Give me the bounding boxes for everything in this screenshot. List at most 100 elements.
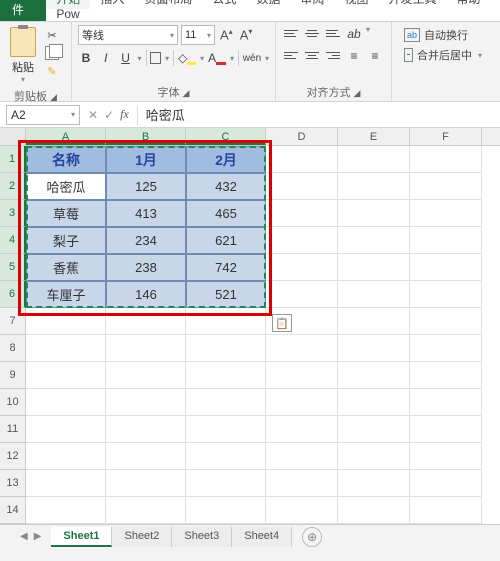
decrease-indent-icon[interactable]: ≡ <box>345 47 363 65</box>
spreadsheet-grid[interactable]: ABCDEF 1234567891011121314 名称1月2月哈密瓜1254… <box>0 128 500 524</box>
sheet-tab-Sheet3[interactable]: Sheet3 <box>172 527 232 547</box>
cell-A12[interactable] <box>26 443 106 470</box>
fx-icon[interactable]: fx <box>120 107 129 122</box>
phonetic-button[interactable]: wén <box>243 49 261 67</box>
fill-dd[interactable]: ▾ <box>200 54 204 63</box>
file-tab[interactable]: 文件 <box>0 0 46 21</box>
border-button[interactable] <box>150 52 161 64</box>
cell-F2[interactable] <box>410 173 482 200</box>
paste-options-button[interactable]: 📋 <box>272 314 292 332</box>
fontcolor-dd[interactable]: ▾ <box>230 54 234 63</box>
cell-B14[interactable] <box>106 497 186 524</box>
cell-F12[interactable] <box>410 443 482 470</box>
orient-dd[interactable]: ▾ <box>366 25 370 43</box>
align-middle-icon[interactable] <box>303 25 321 41</box>
cell-D9[interactable] <box>266 362 338 389</box>
row-header-5[interactable]: 5 <box>0 254 26 281</box>
menu-tab-5[interactable]: 审阅 <box>290 0 334 9</box>
enter-formula-icon[interactable]: ✓ <box>104 108 114 122</box>
cell-C9[interactable] <box>186 362 266 389</box>
row-header-7[interactable]: 7 <box>0 308 26 335</box>
cell-D1[interactable] <box>266 146 338 173</box>
cell-F4[interactable] <box>410 227 482 254</box>
cell-E7[interactable] <box>338 308 410 335</box>
table-cell-r1-c0[interactable]: 草莓 <box>26 200 106 227</box>
table-cell-r0-c1[interactable]: 125 <box>106 173 186 200</box>
table-cell-r4-c0[interactable]: 车厘子 <box>26 281 106 308</box>
menu-tab-2[interactable]: 页面布局 <box>134 0 202 9</box>
cell-E6[interactable] <box>338 281 410 308</box>
menu-tab-8[interactable]: 帮助 <box>446 0 490 9</box>
cell-B7[interactable] <box>106 308 186 335</box>
orientation-icon[interactable]: ab <box>345 25 363 43</box>
add-sheet-button[interactable]: ⊕ <box>302 527 322 547</box>
table-cell-r1-c1[interactable]: 413 <box>106 200 186 227</box>
cell-C12[interactable] <box>186 443 266 470</box>
cell-E13[interactable] <box>338 470 410 497</box>
table-header-1[interactable]: 1月 <box>106 146 186 173</box>
cell-F7[interactable] <box>410 308 482 335</box>
table-cell-r1-c2[interactable]: 465 <box>186 200 266 227</box>
cell-C8[interactable] <box>186 335 266 362</box>
cell-D6[interactable] <box>266 281 338 308</box>
sheet-tab-Sheet1[interactable]: Sheet1 <box>51 527 112 547</box>
cell-E8[interactable] <box>338 335 410 362</box>
cell-C7[interactable] <box>186 308 266 335</box>
bold-button[interactable]: B <box>78 49 94 67</box>
cell-E2[interactable] <box>338 173 410 200</box>
cell-E14[interactable] <box>338 497 410 524</box>
cell-F10[interactable] <box>410 389 482 416</box>
cell-E12[interactable] <box>338 443 410 470</box>
table-cell-r2-c2[interactable]: 621 <box>186 227 266 254</box>
cell-F3[interactable] <box>410 200 482 227</box>
table-cell-r3-c0[interactable]: 香蕉 <box>26 254 106 281</box>
row-header-1[interactable]: 1 <box>0 146 26 173</box>
underline-button[interactable]: U <box>118 49 134 67</box>
cell-F6[interactable] <box>410 281 482 308</box>
sheet-nav-prev-icon[interactable]: ◀ <box>20 531 28 542</box>
table-cell-r0-c2[interactable]: 432 <box>186 173 266 200</box>
cell-D2[interactable] <box>266 173 338 200</box>
cell-B10[interactable] <box>106 389 186 416</box>
col-header-A[interactable]: A <box>26 128 106 145</box>
cell-F8[interactable] <box>410 335 482 362</box>
sheet-tab-Sheet2[interactable]: Sheet2 <box>112 527 172 547</box>
cell-C10[interactable] <box>186 389 266 416</box>
font-color-button[interactable]: A <box>208 49 226 67</box>
row-header-9[interactable]: 9 <box>0 362 26 389</box>
row-header-3[interactable]: 3 <box>0 200 26 227</box>
cell-F14[interactable] <box>410 497 482 524</box>
cell-E4[interactable] <box>338 227 410 254</box>
cell-F13[interactable] <box>410 470 482 497</box>
col-header-B[interactable]: B <box>106 128 186 145</box>
cell-B11[interactable] <box>106 416 186 443</box>
cell-E11[interactable] <box>338 416 410 443</box>
border-dd[interactable]: ▾ <box>165 54 169 63</box>
row-header-4[interactable]: 4 <box>0 227 26 254</box>
cell-A13[interactable] <box>26 470 106 497</box>
align-left-icon[interactable] <box>282 47 300 63</box>
align-right-icon[interactable] <box>324 47 342 63</box>
cell-B12[interactable] <box>106 443 186 470</box>
font-name-select[interactable]: 等线▾ <box>78 25 178 45</box>
align-center-icon[interactable] <box>303 47 321 63</box>
cell-B13[interactable] <box>106 470 186 497</box>
cell-C13[interactable] <box>186 470 266 497</box>
cell-E10[interactable] <box>338 389 410 416</box>
col-header-D[interactable]: D <box>266 128 338 145</box>
cell-E9[interactable] <box>338 362 410 389</box>
col-header-E[interactable]: E <box>338 128 410 145</box>
menu-tab-6[interactable]: 视图 <box>334 0 378 9</box>
align-bottom-icon[interactable] <box>324 25 342 41</box>
menu-tab-3[interactable]: 公式 <box>202 0 246 9</box>
row-header-12[interactable]: 12 <box>0 443 26 470</box>
row-header-6[interactable]: 6 <box>0 281 26 308</box>
table-cell-r3-c2[interactable]: 742 <box>186 254 266 281</box>
formula-bar[interactable]: 哈密瓜 <box>137 105 500 125</box>
cell-A7[interactable] <box>26 308 106 335</box>
sheet-tab-Sheet4[interactable]: Sheet4 <box>232 527 292 547</box>
cell-D13[interactable] <box>266 470 338 497</box>
cell-C14[interactable] <box>186 497 266 524</box>
row-header-8[interactable]: 8 <box>0 335 26 362</box>
table-header-0[interactable]: 名称 <box>26 146 106 173</box>
